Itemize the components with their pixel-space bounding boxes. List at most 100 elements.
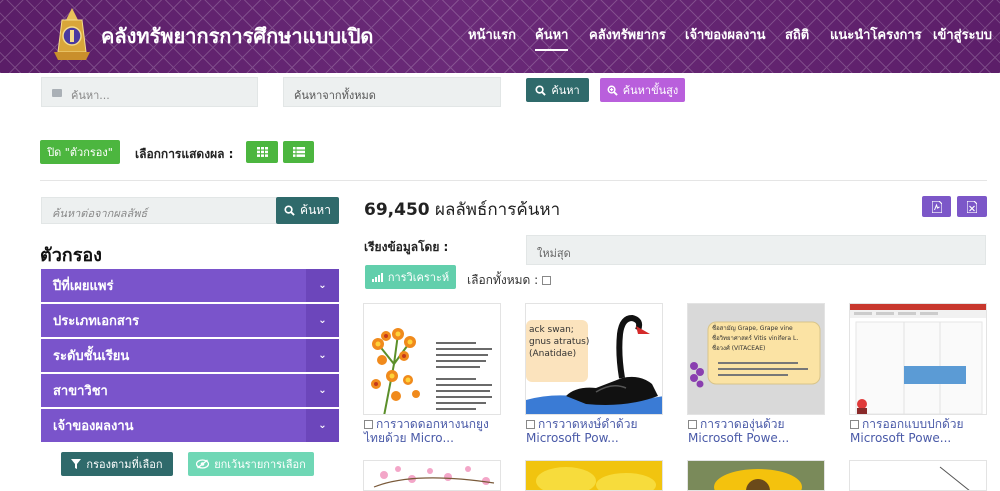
chevron-down-icon: ⌄ xyxy=(306,374,339,407)
result-card-thumbnail[interactable] xyxy=(363,303,501,415)
advanced-search-button[interactable]: ค้นหาขั้นสูง xyxy=(600,78,685,102)
result-title-line1: การออกแบบปกด้วย xyxy=(862,417,964,431)
refine-search-button-label: ค้นหา xyxy=(300,203,331,217)
search-scope-select[interactable]: ค้นหาจากทั้งหมด xyxy=(283,77,501,107)
filter-year-label: ปีที่เผยแพร่ xyxy=(53,279,114,294)
export-pdf-button[interactable] xyxy=(922,196,951,217)
filter-icon xyxy=(71,459,82,469)
grape-text-line1: ชื่อสามัญ Grape, Grape vine xyxy=(712,325,793,332)
result-title-line2: Microsoft Powe... xyxy=(688,431,790,445)
result-card-thumbnail[interactable] xyxy=(363,460,501,491)
zoom-plus-icon xyxy=(607,85,618,96)
site-title[interactable]: คลังทรัพยากรการศึกษาแบบเปิด xyxy=(101,20,373,52)
yellow-flower-thumbnail xyxy=(526,461,662,490)
search-scope-value: ค้นหาจากทั้งหมด xyxy=(294,89,376,102)
result-card-title[interactable]: การออกแบบปกด้วย Microsoft Powe... xyxy=(850,417,990,445)
apply-filter-button[interactable]: กรองตามที่เลือก xyxy=(61,452,173,476)
result-card-thumbnail[interactable] xyxy=(525,460,663,491)
nav-about[interactable]: แนะนำโครงการ xyxy=(830,24,922,45)
nav-home[interactable]: หน้าแรก xyxy=(468,24,516,45)
grid-view-button[interactable] xyxy=(246,141,278,163)
result-card-thumbnail[interactable]: ชื่อสามัญ Grape, Grape vine ชื่อวิทยาศาส… xyxy=(687,303,825,415)
search-icon xyxy=(535,84,547,96)
search-placeholder: ค้นหา... xyxy=(71,89,110,102)
excel-file-icon xyxy=(967,200,977,213)
result-count: 69,450 ผลลัพธ์การค้นหา xyxy=(364,196,560,223)
filter-grade-level[interactable]: ระดับชั้นเรียน ⌄ xyxy=(41,339,339,372)
chevron-down-icon: ⌄ xyxy=(306,304,339,337)
sort-select[interactable]: ใหม่สุด xyxy=(526,235,986,265)
sunflower-thumbnail xyxy=(688,461,824,490)
filter-panel-title: ตัวกรอง xyxy=(40,245,102,266)
search-button[interactable]: ค้นหา xyxy=(526,78,589,102)
result-card-title[interactable]: การวาดดอกหางนกยูง ไทยด้วย Micro... xyxy=(364,417,504,445)
display-mode-label: เลือกการแสดงผล : xyxy=(135,147,234,161)
select-all-checkbox[interactable] xyxy=(542,276,551,285)
nav-search[interactable]: ค้นหา xyxy=(535,24,569,51)
apply-filter-label: กรองตามที่เลือก xyxy=(86,458,163,471)
grape-thumbnail-text: ชื่อสามัญ Grape, Grape vine ชื่อวิทยาศาส… xyxy=(712,324,798,354)
result-card-thumbnail[interactable] xyxy=(849,460,987,491)
result-title-line1: การวาดองุ่นด้วย xyxy=(700,417,785,431)
toggle-filter-button[interactable]: ปิด "ตัวกรอง" xyxy=(40,140,120,164)
export-excel-button[interactable] xyxy=(957,196,987,217)
grape-thumbnail xyxy=(688,304,824,414)
result-card-title[interactable]: การวาดองุ่นด้วย Microsoft Powe... xyxy=(688,417,828,445)
flame-tree-flower-thumbnail xyxy=(364,304,500,414)
swan-text-line1: ack swan; xyxy=(529,325,574,335)
result-checkbox[interactable] xyxy=(688,420,697,429)
filter-grade-level-label: ระดับชั้นเรียน xyxy=(53,349,130,364)
eye-slash-icon xyxy=(196,459,210,469)
clear-selection-button[interactable]: ยกเว้นรายการเลือก xyxy=(188,452,314,476)
grape-text-line3: ชื่อวงศ์ (VITACEAE) xyxy=(712,345,766,352)
result-count-label: ผลลัพธ์การค้นหา xyxy=(435,200,561,220)
search-input[interactable]: ค้นหา... xyxy=(41,77,258,107)
filter-owner-label: เจ้าของผลงาน xyxy=(53,419,134,434)
sort-value: ใหม่สุด xyxy=(537,247,571,260)
filter-year[interactable]: ปีที่เผยแพร่ ⌄ xyxy=(41,269,339,302)
pdf-file-icon xyxy=(931,200,942,213)
result-checkbox[interactable] xyxy=(364,420,373,429)
nav-statistics[interactable]: สถิติ xyxy=(785,24,809,45)
result-title-line1: การวาดหงษ์ดำด้วย xyxy=(538,417,638,431)
result-title-line2: Microsoft Powe... xyxy=(850,431,952,445)
site-header: คลังทรัพยากรการศึกษาแบบเปิด หน้าแรก ค้นห… xyxy=(0,0,1000,73)
institution-logo-icon[interactable] xyxy=(48,6,96,62)
refine-search-input[interactable]: ค้นหาต่อจากผลลัพธ์ xyxy=(41,197,277,224)
result-card-thumbnail[interactable] xyxy=(687,460,825,491)
chevron-down-icon: ⌄ xyxy=(306,269,339,302)
filter-owner[interactable]: เจ้าของผลงาน ⌄ xyxy=(41,409,339,442)
list-icon xyxy=(292,147,305,157)
filter-subject[interactable]: สาขาวิชา ⌄ xyxy=(41,374,339,407)
result-title-line1: การวาดดอกหางนกยูง xyxy=(376,417,489,431)
filter-document-type[interactable]: ประเภทเอกสาร ⌄ xyxy=(41,304,339,337)
result-checkbox[interactable] xyxy=(850,420,859,429)
result-checkbox[interactable] xyxy=(526,420,535,429)
result-card-title[interactable]: การวาดหงษ์ดำด้วย Microsoft Pow... xyxy=(526,417,666,445)
result-card-thumbnail[interactable] xyxy=(849,303,987,415)
refine-search-button[interactable]: ค้นหา xyxy=(276,197,339,224)
filter-document-type-label: ประเภทเอกสาร xyxy=(53,314,140,329)
select-all-row: เลือกทั้งหมด : xyxy=(467,271,554,290)
nav-owners[interactable]: เจ้าของผลงาน xyxy=(685,24,766,45)
swan-text-line2: gnus atratus) xyxy=(529,337,590,347)
pink-blossom-thumbnail xyxy=(364,461,500,490)
select-all-label: เลือกทั้งหมด : xyxy=(467,273,539,287)
chevron-down-icon: ⌄ xyxy=(306,339,339,372)
section-divider xyxy=(40,180,987,181)
refine-search-placeholder: ค้นหาต่อจากผลลัพธ์ xyxy=(52,207,148,220)
chevron-down-icon: ⌄ xyxy=(306,409,339,442)
result-title-line2: ไทยด้วย Micro... xyxy=(364,431,454,445)
swan-text-line3: (Anatidae) xyxy=(529,349,577,359)
nav-login[interactable]: เข้าสู่ระบบ xyxy=(933,24,992,45)
result-count-number: 69,450 xyxy=(364,200,430,220)
analyze-button[interactable]: การวิเคราะห์ xyxy=(365,265,456,289)
list-view-button[interactable] xyxy=(283,141,314,163)
search-button-label: ค้นหา xyxy=(551,84,580,97)
result-card-thumbnail[interactable]: ack swan; gnus atratus) (Anatidae) xyxy=(525,303,663,415)
nav-resources[interactable]: คลังทรัพยากร xyxy=(589,24,666,45)
sort-label: เรียงข้อมูลโดย : xyxy=(364,240,449,254)
swan-thumbnail-text: ack swan; gnus atratus) (Anatidae) xyxy=(529,324,589,360)
grid-icon xyxy=(256,147,268,157)
search-icon xyxy=(284,205,295,216)
